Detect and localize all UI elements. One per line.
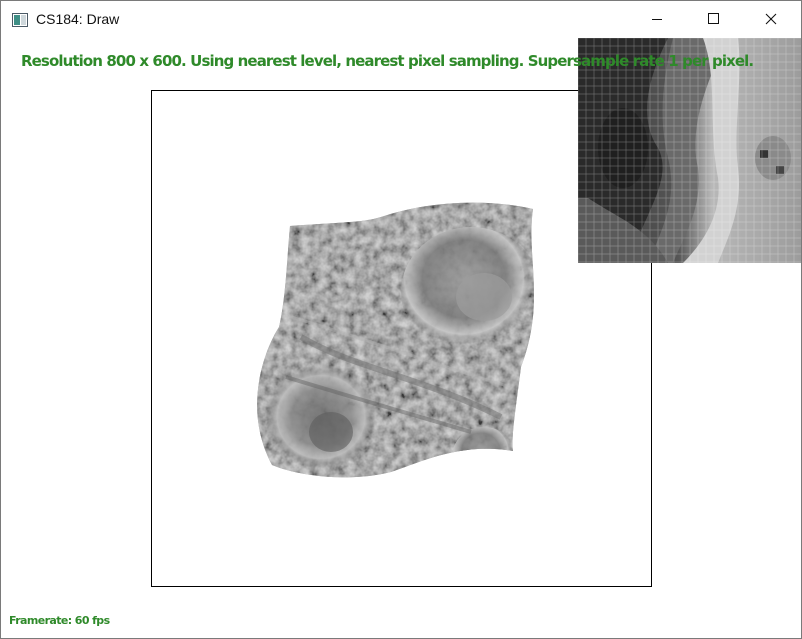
close-button[interactable] (746, 1, 792, 37)
app-window: CS184: Draw Resolution 800 x 600. Using … (0, 0, 802, 639)
maximize-button[interactable] (690, 1, 736, 37)
framerate-text: Framerate: 60 fps (9, 614, 110, 627)
minimize-icon (652, 19, 662, 20)
minimize-button[interactable] (634, 1, 680, 37)
draw-canvas[interactable]: Resolution 800 x 600. Using nearest leve… (1, 37, 801, 638)
pixel-zoom-inset (578, 38, 801, 263)
window-title: CS184: Draw (36, 11, 120, 27)
close-icon (765, 13, 777, 25)
status-text: Resolution 800 x 600. Using nearest leve… (21, 52, 754, 70)
maximize-icon (708, 13, 719, 24)
app-window-icon (12, 12, 28, 27)
title-bar[interactable]: CS184: Draw (1, 1, 801, 37)
